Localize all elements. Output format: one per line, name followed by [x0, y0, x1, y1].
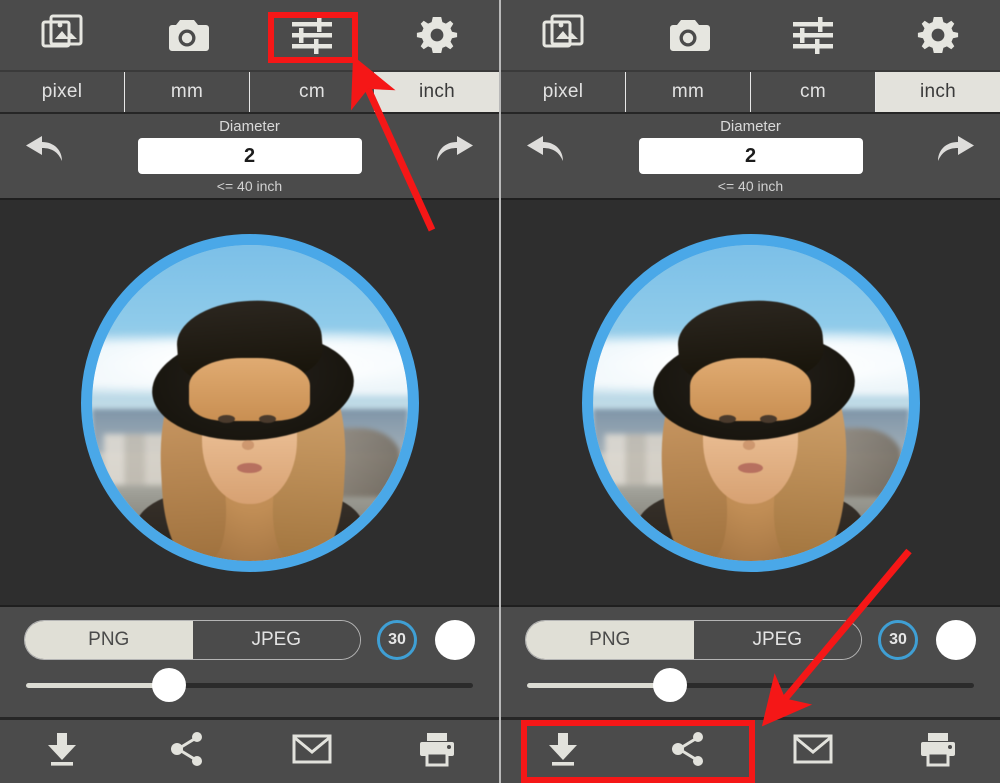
gallery-button[interactable]: [0, 0, 125, 70]
background-color-swatch[interactable]: [936, 620, 976, 660]
camera-icon: [164, 15, 210, 55]
screenshot-root: pixel mm cm inch Diameter <= 40 inch: [0, 0, 1000, 783]
share-icon: [669, 730, 707, 773]
slider-track: [26, 668, 473, 702]
print-icon: [417, 731, 457, 772]
left-panel: pixel mm cm inch Diameter <= 40 inch: [0, 0, 499, 783]
unit-tab-cm[interactable]: cm: [250, 72, 375, 112]
unit-tabs: pixel mm cm inch: [0, 72, 499, 114]
diameter-bar: Diameter <= 40 inch: [0, 114, 499, 200]
top-toolbar: [0, 0, 499, 72]
diameter-input[interactable]: [137, 138, 362, 174]
share-button[interactable]: [626, 720, 751, 783]
preview-area[interactable]: [501, 200, 1000, 605]
camera-button[interactable]: [125, 0, 250, 70]
gallery-button[interactable]: [501, 0, 626, 70]
format-jpeg-button[interactable]: JPEG: [693, 621, 861, 659]
email-button[interactable]: [250, 720, 375, 783]
unit-tab-cm[interactable]: cm: [751, 72, 876, 112]
diameter-hint: <= 40 inch: [717, 178, 784, 194]
quality-badge[interactable]: 30: [377, 620, 417, 660]
format-segmented-control: PNG JPEG: [24, 620, 361, 660]
redo-button[interactable]: [419, 134, 493, 179]
unit-tab-pixel[interactable]: pixel: [0, 72, 125, 112]
unit-tab-mm[interactable]: mm: [626, 72, 751, 112]
unit-tab-inch[interactable]: inch: [876, 72, 1000, 112]
diameter-hint: <= 40 inch: [216, 178, 283, 194]
unit-tab-mm[interactable]: mm: [125, 72, 250, 112]
print-button[interactable]: [374, 720, 499, 783]
diameter-label: Diameter: [219, 118, 280, 135]
unit-tab-inch[interactable]: inch: [375, 72, 499, 112]
unit-tab-pixel[interactable]: pixel: [501, 72, 626, 112]
adjust-button[interactable]: [751, 0, 876, 70]
print-button[interactable]: [875, 720, 1000, 783]
portrait-photo: [91, 244, 408, 561]
top-toolbar: [501, 0, 1000, 72]
print-icon: [918, 731, 958, 772]
email-icon: [793, 732, 833, 771]
export-controls: PNG JPEG 30: [0, 605, 499, 717]
slider-fill: [527, 682, 671, 688]
undo-arrow-icon: [20, 134, 66, 179]
download-icon: [43, 730, 81, 773]
settings-gear-icon: [917, 14, 959, 56]
circular-crop-preview[interactable]: [581, 233, 920, 572]
export-controls: PNG JPEG 30: [501, 605, 1000, 717]
format-jpeg-button[interactable]: JPEG: [192, 621, 360, 659]
background-color-swatch[interactable]: [435, 620, 475, 660]
gallery-icon: [40, 13, 84, 57]
unit-tabs: pixel mm cm inch: [501, 72, 1000, 114]
settings-button[interactable]: [374, 0, 499, 70]
format-png-button[interactable]: PNG: [526, 621, 694, 659]
download-button[interactable]: [0, 720, 125, 783]
diameter-label: Diameter: [720, 118, 781, 135]
preview-area[interactable]: [0, 200, 499, 605]
redo-arrow-icon: [433, 134, 479, 179]
slider-track: [527, 668, 974, 702]
download-button[interactable]: [501, 720, 626, 783]
redo-button[interactable]: [920, 134, 994, 179]
size-slider[interactable]: [24, 661, 475, 709]
diameter-control: Diameter <= 40 inch: [80, 118, 419, 194]
gallery-icon: [541, 13, 585, 57]
diameter-input[interactable]: [638, 138, 863, 174]
redo-arrow-icon: [934, 134, 980, 179]
settings-button[interactable]: [875, 0, 1000, 70]
portrait-photo: [592, 244, 909, 561]
camera-icon: [665, 15, 711, 55]
slider-thumb[interactable]: [152, 668, 187, 702]
format-png-button[interactable]: PNG: [25, 621, 193, 659]
slider-fill: [26, 682, 170, 688]
format-segmented-control: PNG JPEG: [525, 620, 862, 660]
camera-button[interactable]: [626, 0, 751, 70]
action-bar: [501, 717, 1000, 783]
settings-gear-icon: [416, 14, 458, 56]
undo-arrow-icon: [521, 134, 567, 179]
format-row: PNG JPEG 30: [525, 619, 976, 661]
email-icon: [292, 732, 332, 771]
size-slider[interactable]: [525, 661, 976, 709]
undo-button[interactable]: [507, 134, 581, 179]
adjust-button[interactable]: [250, 0, 375, 70]
share-button[interactable]: [125, 720, 250, 783]
slider-thumb[interactable]: [653, 668, 688, 702]
undo-button[interactable]: [6, 134, 80, 179]
diameter-bar: Diameter <= 40 inch: [501, 114, 1000, 200]
quality-badge[interactable]: 30: [878, 620, 918, 660]
circular-crop-preview[interactable]: [80, 233, 419, 572]
diameter-control: Diameter <= 40 inch: [581, 118, 920, 194]
download-icon: [544, 730, 582, 773]
share-icon: [168, 730, 206, 773]
format-row: PNG JPEG 30: [24, 619, 475, 661]
right-panel: pixel mm cm inch Diameter <= 40 inch: [501, 0, 1000, 783]
email-button[interactable]: [751, 720, 876, 783]
adjust-sliders-icon: [290, 15, 334, 55]
action-bar: [0, 717, 499, 783]
adjust-sliders-icon: [791, 15, 835, 55]
